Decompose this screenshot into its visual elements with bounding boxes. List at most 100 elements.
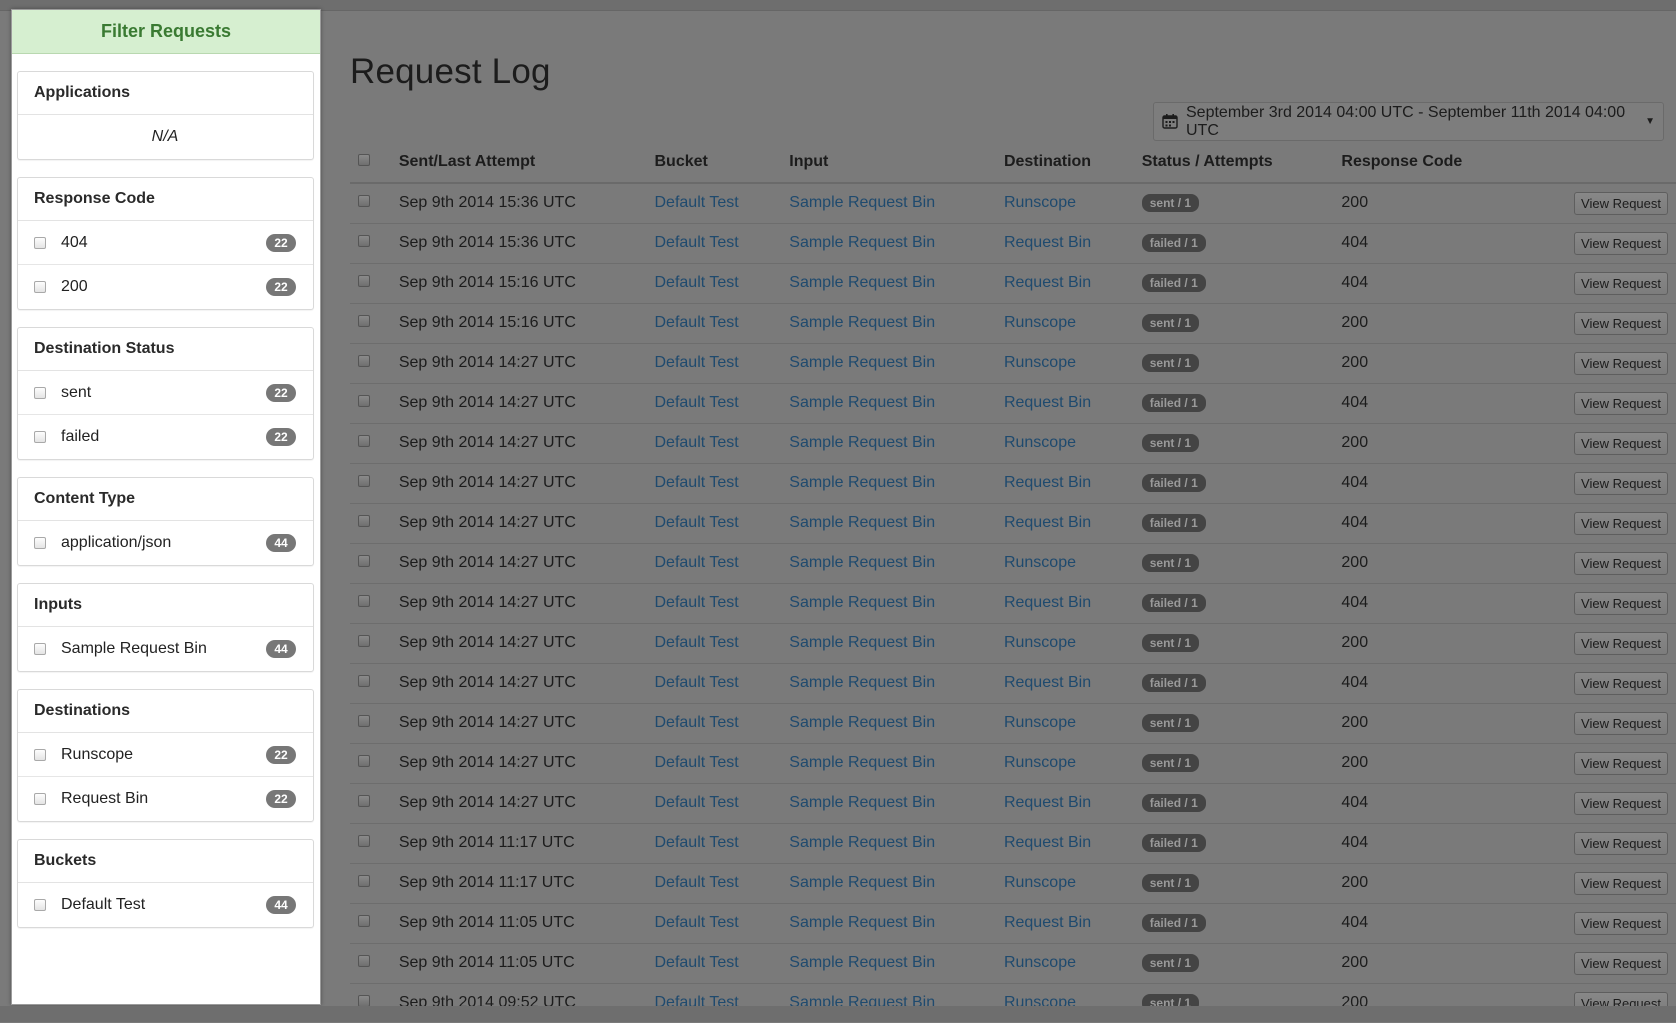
- destination-link[interactable]: Runscope: [1004, 954, 1076, 971]
- row-checkbox[interactable]: [358, 475, 370, 487]
- row-checkbox[interactable]: [358, 835, 370, 847]
- input-link[interactable]: Sample Request Bin: [789, 314, 935, 331]
- row-checkbox[interactable]: [358, 875, 370, 887]
- bucket-link[interactable]: Default Test: [655, 394, 739, 411]
- column-header-response-code[interactable]: Response Code: [1341, 142, 1512, 184]
- bucket-link[interactable]: Default Test: [655, 874, 739, 891]
- view-request-button[interactable]: View Request: [1574, 631, 1668, 655]
- filter-checkbox[interactable]: [34, 431, 46, 443]
- destination-link[interactable]: Request Bin: [1004, 674, 1091, 691]
- row-checkbox[interactable]: [358, 235, 370, 247]
- view-request-button[interactable]: View Request: [1574, 551, 1668, 575]
- input-link[interactable]: Sample Request Bin: [789, 234, 935, 251]
- column-header-bucket[interactable]: Bucket: [654, 142, 790, 184]
- destination-link[interactable]: Request Bin: [1004, 474, 1091, 491]
- column-header-status[interactable]: Status / Attempts: [1141, 142, 1342, 184]
- input-link[interactable]: Sample Request Bin: [789, 474, 935, 491]
- bucket-link[interactable]: Default Test: [655, 754, 739, 771]
- row-checkbox[interactable]: [358, 515, 370, 527]
- row-checkbox[interactable]: [358, 795, 370, 807]
- view-request-button[interactable]: View Request: [1574, 911, 1668, 935]
- bucket-link[interactable]: Default Test: [655, 354, 739, 371]
- filter-option-runscope[interactable]: Runscope 22: [18, 733, 313, 777]
- bucket-link[interactable]: Default Test: [655, 514, 739, 531]
- bucket-link[interactable]: Default Test: [655, 474, 739, 491]
- filter-checkbox[interactable]: [34, 793, 46, 805]
- input-link[interactable]: Sample Request Bin: [789, 554, 935, 571]
- view-request-button[interactable]: View Request: [1574, 591, 1668, 615]
- view-request-button[interactable]: View Request: [1574, 831, 1668, 855]
- destination-link[interactable]: Runscope: [1004, 354, 1076, 371]
- column-header-input[interactable]: Input: [789, 142, 1004, 184]
- view-request-button[interactable]: View Request: [1574, 271, 1668, 295]
- date-range-picker[interactable]: September 3rd 2014 04:00 UTC - September…: [1153, 102, 1664, 141]
- input-link[interactable]: Sample Request Bin: [789, 834, 935, 851]
- destination-link[interactable]: Runscope: [1004, 554, 1076, 571]
- view-request-button[interactable]: View Request: [1574, 671, 1668, 695]
- destination-link[interactable]: Runscope: [1004, 434, 1076, 451]
- destination-link[interactable]: Request Bin: [1004, 594, 1091, 611]
- input-link[interactable]: Sample Request Bin: [789, 514, 935, 531]
- input-link[interactable]: Sample Request Bin: [789, 394, 935, 411]
- destination-link[interactable]: Request Bin: [1004, 834, 1091, 851]
- bucket-link[interactable]: Default Test: [655, 634, 739, 651]
- row-checkbox[interactable]: [358, 635, 370, 647]
- destination-link[interactable]: Runscope: [1004, 754, 1076, 771]
- input-link[interactable]: Sample Request Bin: [789, 954, 935, 971]
- view-request-button[interactable]: View Request: [1574, 391, 1668, 415]
- filter-checkbox[interactable]: [34, 748, 46, 761]
- view-request-button[interactable]: View Request: [1574, 471, 1668, 495]
- view-request-button[interactable]: View Request: [1574, 231, 1668, 255]
- filter-checkbox[interactable]: [34, 643, 46, 655]
- input-link[interactable]: Sample Request Bin: [789, 714, 935, 731]
- bucket-link[interactable]: Default Test: [655, 714, 739, 731]
- destination-link[interactable]: Request Bin: [1004, 234, 1091, 251]
- view-request-button[interactable]: View Request: [1574, 951, 1668, 975]
- input-link[interactable]: Sample Request Bin: [789, 634, 935, 651]
- destination-link[interactable]: Request Bin: [1004, 394, 1091, 411]
- filter-option-200[interactable]: 200 22: [18, 265, 313, 309]
- destination-link[interactable]: Request Bin: [1004, 274, 1091, 291]
- row-checkbox[interactable]: [358, 275, 370, 287]
- bucket-link[interactable]: Default Test: [655, 834, 739, 851]
- input-link[interactable]: Sample Request Bin: [789, 354, 935, 371]
- destination-link[interactable]: Runscope: [1004, 714, 1076, 731]
- bucket-link[interactable]: Default Test: [655, 954, 739, 971]
- filter-option-application-json[interactable]: application/json 44: [18, 521, 313, 565]
- filter-option-sample-request-bin[interactable]: Sample Request Bin 44: [18, 627, 313, 671]
- destination-link[interactable]: Request Bin: [1004, 914, 1091, 931]
- filter-checkbox[interactable]: [34, 281, 46, 293]
- input-link[interactable]: Sample Request Bin: [789, 434, 935, 451]
- bucket-link[interactable]: Default Test: [655, 434, 739, 451]
- filter-option-request-bin[interactable]: Request Bin 22: [18, 777, 313, 821]
- column-header-sent[interactable]: Sent/Last Attempt: [398, 142, 655, 184]
- bucket-link[interactable]: Default Test: [655, 554, 739, 571]
- filter-option-failed[interactable]: failed 22: [18, 415, 313, 459]
- destination-link[interactable]: Runscope: [1004, 314, 1076, 331]
- input-link[interactable]: Sample Request Bin: [789, 194, 935, 211]
- row-checkbox[interactable]: [358, 955, 370, 967]
- input-link[interactable]: Sample Request Bin: [789, 674, 935, 691]
- bucket-link[interactable]: Default Test: [655, 794, 739, 811]
- bucket-link[interactable]: Default Test: [655, 594, 739, 611]
- select-all-checkbox[interactable]: [358, 154, 370, 166]
- filter-option-default-test[interactable]: Default Test 44: [18, 883, 313, 927]
- column-header-destination[interactable]: Destination: [1003, 142, 1142, 184]
- destination-link[interactable]: Request Bin: [1004, 514, 1091, 531]
- bucket-link[interactable]: Default Test: [655, 274, 739, 291]
- bucket-link[interactable]: Default Test: [655, 914, 739, 931]
- destination-link[interactable]: Runscope: [1004, 874, 1076, 891]
- row-checkbox[interactable]: [358, 435, 370, 447]
- view-request-button[interactable]: View Request: [1574, 791, 1668, 815]
- filter-checkbox[interactable]: [34, 386, 46, 399]
- bucket-link[interactable]: Default Test: [655, 234, 739, 251]
- filter-checkbox[interactable]: [34, 899, 46, 911]
- input-link[interactable]: Sample Request Bin: [789, 794, 935, 811]
- row-checkbox[interactable]: [358, 715, 370, 727]
- row-checkbox[interactable]: [358, 555, 370, 567]
- destination-link[interactable]: Runscope: [1004, 634, 1076, 651]
- row-checkbox[interactable]: [358, 315, 370, 327]
- view-request-button[interactable]: View Request: [1574, 311, 1668, 335]
- view-request-button[interactable]: View Request: [1574, 751, 1668, 775]
- input-link[interactable]: Sample Request Bin: [789, 274, 935, 291]
